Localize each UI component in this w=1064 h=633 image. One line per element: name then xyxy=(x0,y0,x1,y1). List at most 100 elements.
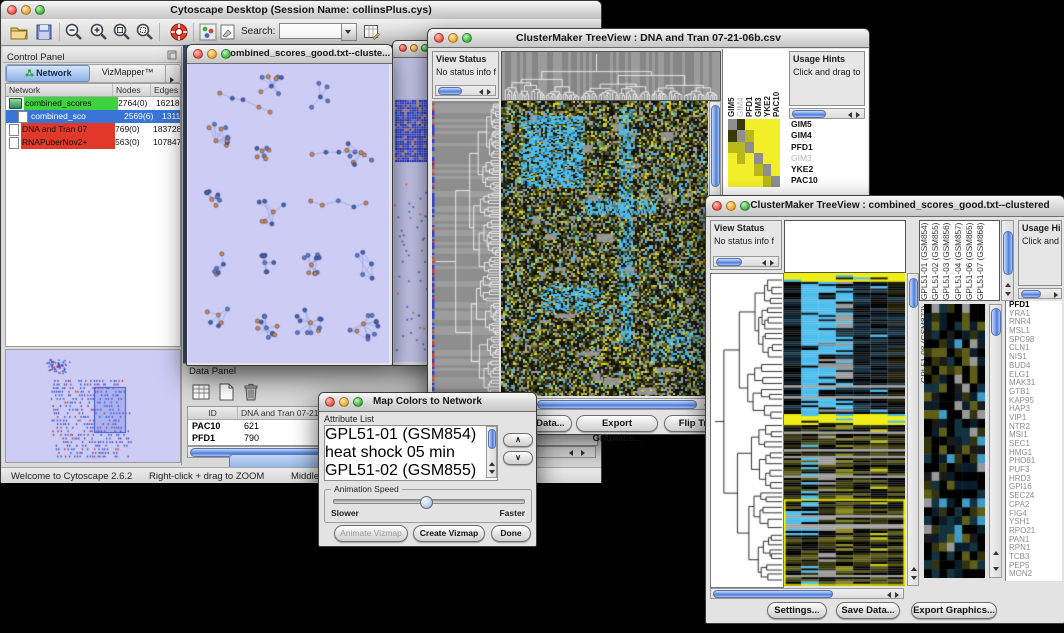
scroll-left-icon[interactable] xyxy=(479,89,483,95)
attribute-table-icon[interactable] xyxy=(363,23,381,41)
usage-hints-scrollbar[interactable] xyxy=(1018,288,1062,299)
data-col-id[interactable]: ID xyxy=(188,407,238,419)
gene-label-list[interactable]: PFD1YRA1RNR4MSL1SPC98CLN1NIS1BUD4ELG1MAK… xyxy=(1005,301,1062,581)
scroll-right-icon[interactable] xyxy=(895,592,899,598)
row-dendrogram-canvas[interactable] xyxy=(710,273,784,588)
scroll-left-icon[interactable] xyxy=(569,450,573,456)
attribute-list-vscrollbar[interactable] xyxy=(486,426,497,478)
scroll-right-icon[interactable] xyxy=(770,260,774,266)
scroll-left-icon[interactable] xyxy=(762,260,766,266)
network-overview-canvas[interactable] xyxy=(5,349,181,463)
vizmapper-icon[interactable] xyxy=(199,23,217,41)
new-attribute-icon[interactable] xyxy=(216,382,236,402)
scroll-right-icon[interactable] xyxy=(581,450,585,456)
scroll-thumb[interactable] xyxy=(537,400,697,409)
list-item[interactable]: PAC10 xyxy=(791,175,861,186)
list-item[interactable]: YKE2 xyxy=(791,164,861,175)
scroll-thumb[interactable] xyxy=(991,308,1001,336)
column-dendrogram-area[interactable] xyxy=(784,220,906,273)
scroll-thumb[interactable] xyxy=(488,429,496,449)
save-icon[interactable] xyxy=(34,22,54,42)
scroll-right-icon[interactable] xyxy=(856,112,860,118)
list-item[interactable]: GPL51-06 (GSM865) xyxy=(966,222,977,300)
zoom-fit-icon[interactable] xyxy=(112,22,132,42)
list-item[interactable]: GPL51-02 (GSM855) heat shock 10 min xyxy=(325,462,497,481)
network-row[interactable]: combined_sco 2569(6) 13112(15) xyxy=(6,110,180,123)
list-item[interactable]: GIM5 xyxy=(728,53,737,117)
col-header-nodes[interactable]: Nodes xyxy=(113,84,151,96)
tab-vizmapper[interactable]: VizMapper™ xyxy=(90,65,165,82)
scroll-left-icon[interactable] xyxy=(887,592,891,598)
list-item[interactable]: GIM3 xyxy=(791,153,861,164)
scroll-thumb[interactable] xyxy=(711,105,720,187)
list-item[interactable]: GPL51-01 (GSM854) heat shock 05 min xyxy=(325,426,497,462)
minimize-button[interactable] xyxy=(448,33,458,43)
scroll-down-icon[interactable] xyxy=(1005,292,1011,296)
minimize-button[interactable] xyxy=(410,44,418,52)
view-status-scrollbar[interactable] xyxy=(435,85,496,96)
scroll-down-icon[interactable] xyxy=(993,567,999,571)
tab-network[interactable]: Network xyxy=(6,65,90,82)
list-item[interactable]: GPL51-01 (GSM854) xyxy=(921,222,932,300)
heatmap-canvas[interactable] xyxy=(501,101,708,396)
export-graphics-button[interactable]: Export Graphics... xyxy=(576,415,658,432)
list-item[interactable]: GPL51-04 (GSM857) xyxy=(955,222,966,300)
list-item[interactable]: GIM3 xyxy=(755,53,764,117)
scroll-left-icon[interactable] xyxy=(848,112,852,118)
col-header-network[interactable]: Network xyxy=(6,84,113,96)
network-row[interactable]: RNAPuberNov2+ 563(0) 107847(0) xyxy=(6,136,180,149)
column-labels-vscrollbar[interactable] xyxy=(1001,220,1014,301)
usage-hints-scrollbar[interactable] xyxy=(789,108,865,119)
scroll-thumb[interactable] xyxy=(438,87,462,95)
list-item[interactable]: PFD1 xyxy=(746,53,755,117)
list-item[interactable]: GIM5 xyxy=(791,119,861,130)
scroll-thumb[interactable] xyxy=(792,110,826,118)
summary-vscrollbar[interactable] xyxy=(989,304,1002,578)
minimize-button[interactable] xyxy=(339,397,349,407)
move-up-button[interactable]: ∧ xyxy=(503,433,533,447)
list-item[interactable]: GIM4 xyxy=(791,130,861,141)
heatmap-vscrollbar[interactable] xyxy=(907,273,919,586)
array-summary-heatmap-canvas[interactable] xyxy=(924,304,985,578)
minimize-button[interactable] xyxy=(726,201,736,211)
zoom-window-button[interactable] xyxy=(35,5,45,15)
zoom-window-button[interactable] xyxy=(221,49,231,59)
col-header-edges[interactable]: Edges xyxy=(151,84,180,96)
scroll-up-icon[interactable] xyxy=(489,462,495,466)
settings-button[interactable]: Settings... xyxy=(767,602,827,619)
table-view-icon[interactable] xyxy=(191,382,211,402)
heatmap-hscrollbar[interactable] xyxy=(710,588,904,599)
scroll-down-icon[interactable] xyxy=(911,576,917,580)
list-item[interactable]: PAC10 xyxy=(773,53,782,117)
attribute-list[interactable]: GPL51-01 (GSM854) heat shock 05 minGPL51… xyxy=(324,425,498,481)
delete-attribute-trash-icon[interactable] xyxy=(241,382,261,402)
slider-thumb[interactable] xyxy=(420,496,433,509)
gene-correlation-matrix[interactable] xyxy=(728,119,780,187)
minimize-button[interactable] xyxy=(21,5,31,15)
zoom-selected-icon[interactable] xyxy=(135,22,155,42)
scroll-thumb[interactable] xyxy=(1003,231,1013,275)
list-item[interactable]: PFD1 xyxy=(791,142,861,153)
annotation-icon[interactable] xyxy=(219,23,237,41)
network-view-canvas[interactable] xyxy=(188,64,389,363)
list-item[interactable]: GPL51-03 (GSM856) xyxy=(943,222,954,300)
zoom-in-icon[interactable] xyxy=(89,22,109,42)
search-input[interactable] xyxy=(279,23,343,39)
close-button[interactable] xyxy=(399,44,407,52)
animate-vizmap-button[interactable]: Animate Vizmap xyxy=(334,525,408,542)
row-dendrogram-canvas[interactable] xyxy=(432,101,499,396)
list-item[interactable]: MON2 xyxy=(1009,570,1062,579)
scroll-thumb[interactable] xyxy=(716,258,742,266)
scroll-thumb[interactable] xyxy=(713,590,833,598)
minimize-button[interactable] xyxy=(207,49,217,59)
network-row[interactable]: DNA and Tran 07 769(0) 183728(0) xyxy=(6,123,180,136)
network-row[interactable]: combined_scores 2764(0) 16218(0) xyxy=(6,97,180,110)
tab-overflow-button[interactable] xyxy=(165,65,180,82)
create-vizmap-button[interactable]: Create Vizmap xyxy=(413,525,485,542)
scroll-up-icon[interactable] xyxy=(1005,283,1011,287)
export-graphics-button[interactable]: Export Graphics... xyxy=(911,602,997,619)
heatmap-canvas[interactable] xyxy=(784,273,905,586)
list-item[interactable]: GPL51-02 (GSM855) xyxy=(932,222,943,300)
scroll-up-icon[interactable] xyxy=(911,567,917,571)
close-button[interactable] xyxy=(434,33,444,43)
